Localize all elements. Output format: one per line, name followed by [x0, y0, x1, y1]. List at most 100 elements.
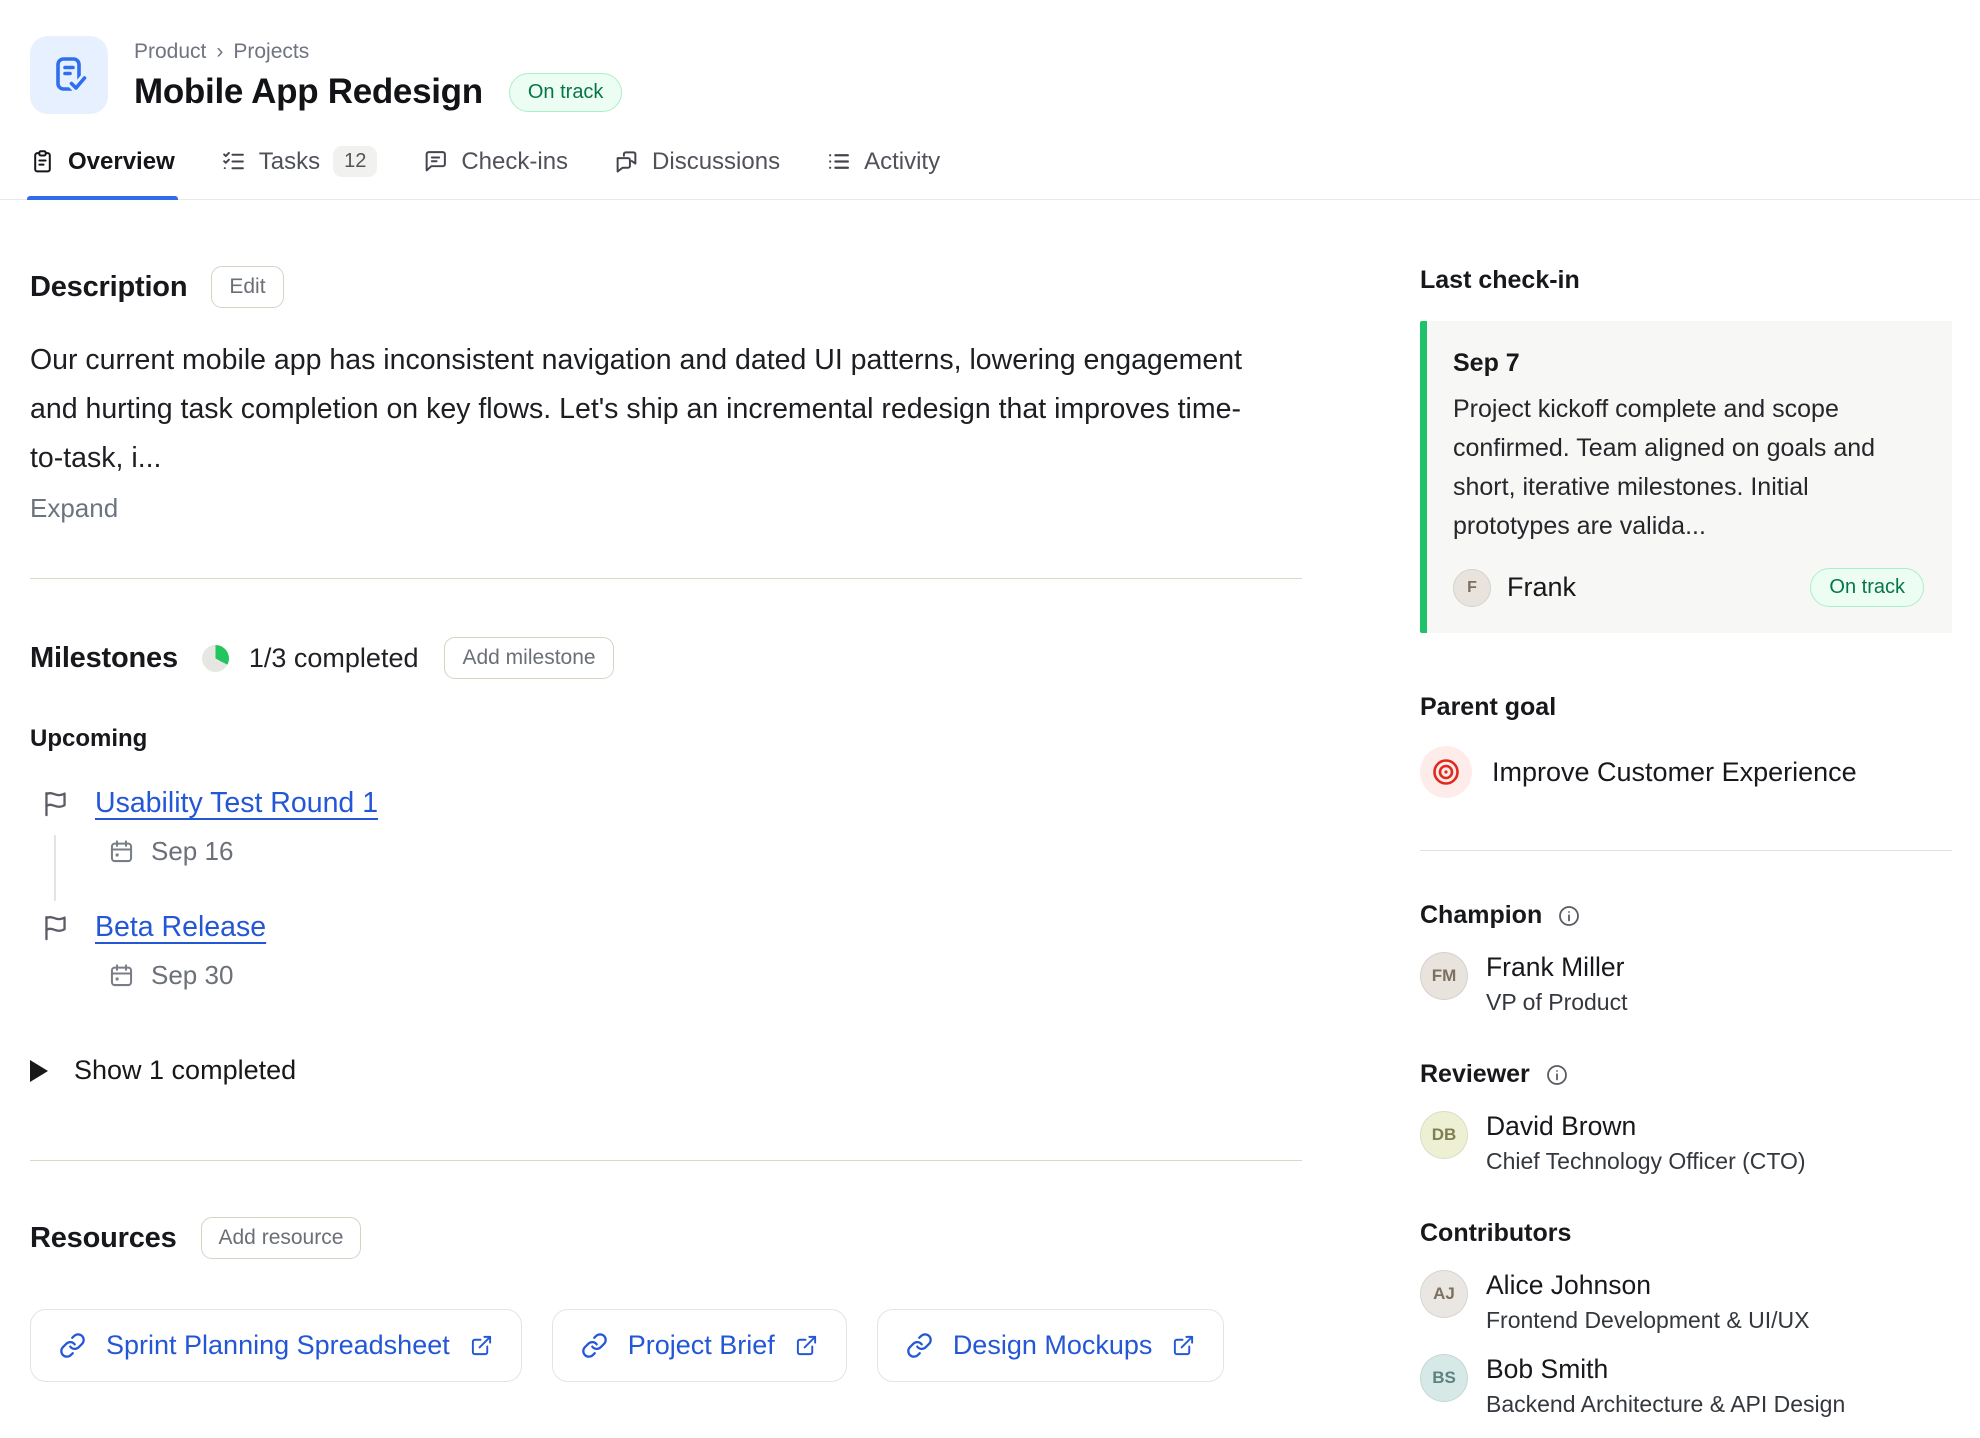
tab-tasks[interactable]: Tasks 12 — [221, 146, 378, 199]
last-checkin-heading: Last check-in — [1420, 266, 1952, 295]
breadcrumb-item-product[interactable]: Product — [134, 40, 206, 64]
avatar: AJ — [1420, 1270, 1468, 1318]
status-badge: On track — [509, 73, 623, 112]
expand-link[interactable]: Expand — [30, 493, 118, 524]
resource-link-project-brief[interactable]: Project Brief — [552, 1309, 847, 1382]
milestone-link[interactable]: Beta Release — [95, 911, 266, 944]
milestone-link[interactable]: Usability Test Round 1 — [95, 787, 378, 820]
resource-label: Design Mockups — [953, 1330, 1153, 1361]
flag-icon — [40, 788, 71, 819]
description-section: Description Edit Our current mobile app … — [30, 200, 1302, 524]
resources-section: Resources Add resource Sprint Planning S… — [30, 1217, 1302, 1382]
description-text: Our current mobile app has inconsistent … — [30, 336, 1260, 483]
checkin-status-badge: On track — [1810, 568, 1924, 607]
last-checkin-section: Last check-in Sep 7 Project kickoff comp… — [1420, 200, 1952, 633]
breadcrumb: Product › Projects — [134, 40, 622, 64]
champion-person: FM Frank Miller VP of Product — [1420, 952, 1952, 1016]
breadcrumb-item-projects[interactable]: Projects — [233, 40, 309, 64]
description-heading: Description — [30, 271, 187, 304]
link-icon — [581, 1332, 608, 1359]
milestones-progress: 1/3 completed — [249, 643, 419, 674]
person-role: Chief Technology Officer (CTO) — [1486, 1148, 1806, 1175]
info-icon[interactable] — [1545, 1063, 1569, 1087]
avatar: F — [1453, 569, 1491, 607]
link-icon — [906, 1332, 933, 1359]
pie-progress-icon — [202, 645, 229, 672]
person-name: Frank Miller — [1486, 952, 1628, 983]
show-completed-label: Show 1 completed — [74, 1055, 296, 1086]
edit-description-button[interactable]: Edit — [211, 266, 283, 308]
tab-discussions[interactable]: Discussions — [614, 146, 780, 199]
external-link-icon — [1172, 1334, 1195, 1357]
checkin-card[interactable]: Sep 7 Project kickoff complete and scope… — [1420, 321, 1952, 633]
parent-goal-link[interactable]: Improve Customer Experience — [1420, 746, 1952, 798]
contributor-person: AJ Alice Johnson Frontend Development & … — [1420, 1270, 1952, 1334]
parent-goal-label: Improve Customer Experience — [1492, 757, 1857, 788]
milestone-date: Sep 30 — [151, 960, 233, 991]
checkin-text: Project kickoff complete and scope confi… — [1453, 390, 1893, 546]
avatar: DB — [1420, 1111, 1468, 1159]
tasks-count-badge: 12 — [333, 146, 377, 177]
tab-bar: Overview Tasks 12 — [0, 146, 1980, 200]
add-milestone-button[interactable]: Add milestone — [444, 637, 613, 679]
milestone-date: Sep 16 — [151, 836, 233, 867]
play-triangle-icon — [30, 1060, 48, 1082]
info-icon[interactable] — [1557, 904, 1581, 928]
flag-icon — [40, 912, 71, 943]
avatar: FM — [1420, 952, 1468, 1000]
reviewer-section: Reviewer DB David Brown Chief Technology… — [1420, 1060, 1952, 1175]
milestones-section: Milestones 1/3 completed Add milestone U… — [30, 637, 1302, 1086]
parent-goal-section: Parent goal Improve Customer Experience — [1420, 693, 1952, 798]
reviewer-heading: Reviewer — [1420, 1060, 1530, 1089]
person-role: Frontend Development & UI/UX — [1486, 1307, 1809, 1334]
checklist-icon — [221, 149, 246, 174]
person-name: Alice Johnson — [1486, 1270, 1809, 1301]
tab-label: Check-ins — [461, 148, 568, 176]
breadcrumb-separator: › — [216, 40, 223, 64]
tab-label: Discussions — [652, 148, 780, 176]
sidebar: Last check-in Sep 7 Project kickoff comp… — [1420, 200, 1952, 1418]
target-icon — [1420, 746, 1472, 798]
contributors-heading: Contributors — [1420, 1219, 1952, 1248]
tab-activity[interactable]: Activity — [826, 146, 940, 199]
checkin-author: Frank — [1507, 572, 1576, 603]
project-icon — [30, 36, 108, 114]
contributor-person: BS Bob Smith Backend Architecture & API … — [1420, 1354, 1952, 1418]
contributors-section: Contributors AJ Alice Johnson Frontend D… — [1420, 1219, 1952, 1418]
upcoming-label: Upcoming — [30, 725, 1302, 753]
resources-heading: Resources — [30, 1222, 177, 1255]
resource-link-sprint-planning[interactable]: Sprint Planning Spreadsheet — [30, 1309, 522, 1382]
person-name: David Brown — [1486, 1111, 1806, 1142]
milestones-heading: Milestones — [30, 642, 178, 675]
main-column: Description Edit Our current mobile app … — [30, 200, 1302, 1418]
show-completed-toggle[interactable]: Show 1 completed — [30, 1055, 1302, 1086]
calendar-icon — [108, 838, 135, 865]
mobile-check-icon — [46, 52, 92, 98]
champion-section: Champion FM Frank Miller VP of Product — [1420, 901, 1952, 1016]
tab-overview[interactable]: Overview — [30, 146, 175, 199]
person-role: VP of Product — [1486, 989, 1628, 1016]
clipboard-icon — [30, 149, 55, 174]
champion-heading: Champion — [1420, 901, 1542, 930]
milestone-item: Beta Release Sep 30 — [30, 911, 1302, 991]
page-title: Mobile App Redesign — [134, 72, 483, 112]
list-icon — [826, 149, 851, 174]
tab-check-ins[interactable]: Check-ins — [423, 146, 568, 199]
tab-label: Activity — [864, 148, 940, 176]
add-resource-button[interactable]: Add resource — [201, 1217, 362, 1259]
checkin-date: Sep 7 — [1453, 349, 1924, 378]
external-link-icon — [795, 1334, 818, 1357]
link-icon — [59, 1332, 86, 1359]
project-header: Product › Projects Mobile App Redesign O… — [0, 0, 1980, 200]
sidebar-divider — [1420, 850, 1952, 851]
tab-label: Tasks — [259, 148, 320, 176]
resource-label: Project Brief — [628, 1330, 775, 1361]
resource-label: Sprint Planning Spreadsheet — [106, 1330, 450, 1361]
two-bubbles-icon — [614, 149, 639, 174]
person-name: Bob Smith — [1486, 1354, 1845, 1385]
resource-link-design-mockups[interactable]: Design Mockups — [877, 1309, 1225, 1382]
external-link-icon — [470, 1334, 493, 1357]
parent-goal-heading: Parent goal — [1420, 693, 1952, 722]
section-divider — [30, 578, 1302, 579]
section-divider — [30, 1160, 1302, 1161]
